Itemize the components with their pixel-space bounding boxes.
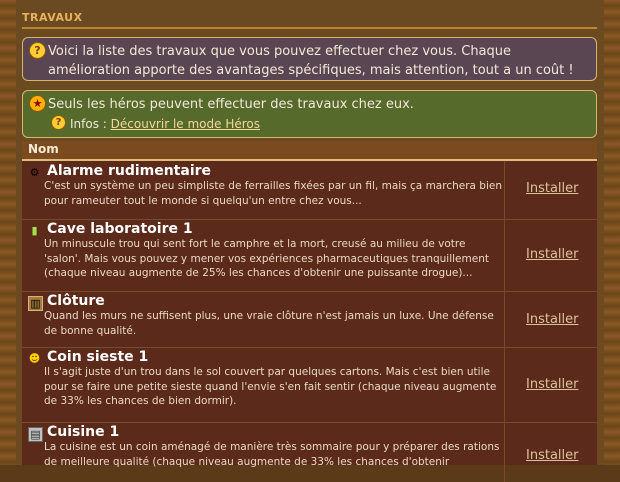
- infos-label: Infos :: [70, 117, 107, 131]
- hero-info-line: Infos : Découvrir le mode Héros: [70, 115, 260, 134]
- column-header-name: Nom: [28, 142, 59, 156]
- row-name: Cuisine 1: [47, 424, 120, 440]
- install-link[interactable]: Installer: [526, 377, 578, 392]
- column-divider: [504, 422, 505, 482]
- row-description: Il s'agit juste d'un trou dans le sol co…: [44, 366, 497, 407]
- hero-note: ★ Seuls les héros peuvent effectuer des …: [22, 90, 597, 138]
- row-name: Cave laboratoire 1: [47, 221, 193, 237]
- hero-note-text: Seuls les héros peuvent effectuer des tr…: [48, 97, 414, 112]
- star-icon: ★: [29, 95, 46, 112]
- help-icon: ?: [51, 115, 66, 130]
- bed-icon: ☻: [28, 352, 41, 365]
- install-link[interactable]: Installer: [526, 312, 578, 327]
- title-divider: [22, 27, 597, 29]
- kitchen-icon: ▤: [28, 427, 43, 442]
- section-title: TRAVAUX: [22, 11, 83, 24]
- install-link[interactable]: Installer: [526, 247, 578, 262]
- row-name: Clôture: [47, 293, 105, 309]
- column-divider: [504, 291, 505, 347]
- table-row: ▮ Cave laboratoire 1 Un minuscule trou q…: [22, 219, 597, 292]
- left-border: [0, 0, 16, 465]
- right-border: [604, 0, 620, 465]
- works-table: ⚙ Alarme rudimentaire C'est un système u…: [22, 161, 597, 482]
- alarm-icon: ⚙: [29, 166, 40, 179]
- info-note-text: Voici la liste des travaux que vous pouv…: [48, 44, 574, 78]
- row-name: Coin sieste 1: [47, 349, 149, 365]
- column-divider: [504, 161, 505, 219]
- column-divider: [504, 219, 505, 291]
- info-note: ? Voici la liste des travaux que vous po…: [22, 37, 597, 81]
- row-description: Quand les murs ne suffisent plus, une vr…: [44, 310, 494, 337]
- table-row: ▤ Cuisine 1 La cuisine est un coin aména…: [22, 422, 597, 482]
- help-icon: ?: [29, 42, 46, 59]
- row-name: Alarme rudimentaire: [47, 163, 212, 179]
- table-row: ▥ Clôture Quand les murs ne suffisent pl…: [22, 291, 597, 348]
- table-row: ☻ Coin sieste 1 Il s'agit juste d'un tro…: [22, 347, 597, 423]
- row-description: C'est un système un peu simpliste de fer…: [44, 180, 502, 207]
- hero-mode-link[interactable]: Découvrir le mode Héros: [111, 117, 260, 131]
- page-frame: TRAVAUX ? Voici la liste des travaux que…: [0, 0, 620, 482]
- row-description: Un minuscule trou qui sent fort le camph…: [44, 238, 489, 279]
- install-link[interactable]: Installer: [526, 448, 578, 463]
- flask-icon: ▮: [31, 224, 38, 237]
- table-header: Nom: [22, 141, 597, 161]
- fence-icon: ▥: [28, 296, 43, 311]
- table-row: ⚙ Alarme rudimentaire C'est un système u…: [22, 161, 597, 220]
- install-link[interactable]: Installer: [526, 181, 578, 196]
- column-divider: [504, 347, 505, 422]
